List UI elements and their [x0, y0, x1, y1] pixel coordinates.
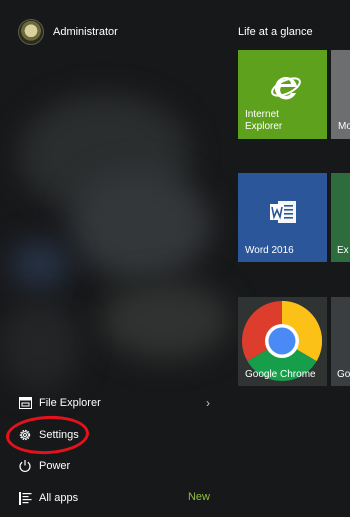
tile-label: Internet Explorer — [245, 109, 283, 132]
new-badge: New — [187, 491, 210, 503]
all-apps-button[interactable]: All apps New — [18, 488, 210, 508]
power-label: Power — [39, 460, 71, 472]
file-explorer-label: File Explorer — [39, 397, 101, 409]
power-button[interactable]: Power — [18, 456, 70, 476]
tile-partial[interactable]: Ex — [331, 173, 350, 262]
chevron-right-icon[interactable]: › — [206, 396, 210, 410]
file-explorer-icon — [18, 396, 32, 410]
tile-label: Google Chrome — [245, 369, 316, 380]
power-icon — [18, 459, 32, 473]
tile-partial[interactable]: Go — [331, 297, 350, 386]
all-apps-label: All apps — [39, 492, 79, 504]
tiles-pane: Life at a glance Internet Explorer Mo Wo… — [230, 0, 350, 517]
list-icon — [18, 491, 32, 505]
user-account-button[interactable]: Administrator — [18, 19, 118, 45]
tile-partial[interactable]: Mo — [331, 50, 350, 139]
start-left-pane: Administrator File Explorer › Settings P… — [0, 0, 230, 517]
user-name: Administrator — [53, 26, 118, 38]
tile-word-2016[interactable]: Word 2016 — [238, 173, 327, 262]
word-icon — [270, 201, 296, 223]
tile-internet-explorer[interactable]: Internet Explorer — [238, 50, 327, 139]
internet-explorer-icon — [271, 76, 301, 100]
tile-label: Mo — [338, 121, 350, 132]
start-menu: Administrator File Explorer › Settings P… — [0, 0, 350, 517]
user-avatar — [18, 19, 44, 45]
tile-label: Word 2016 — [245, 245, 294, 256]
file-explorer-button[interactable]: File Explorer › — [18, 393, 210, 413]
tile-group-title: Life at a glance — [238, 26, 313, 38]
tile-label: Go — [337, 369, 350, 380]
settings-highlight-circle — [5, 413, 90, 457]
tile-label: Ex — [337, 245, 349, 256]
tile-google-chrome[interactable]: Google Chrome — [238, 297, 327, 386]
